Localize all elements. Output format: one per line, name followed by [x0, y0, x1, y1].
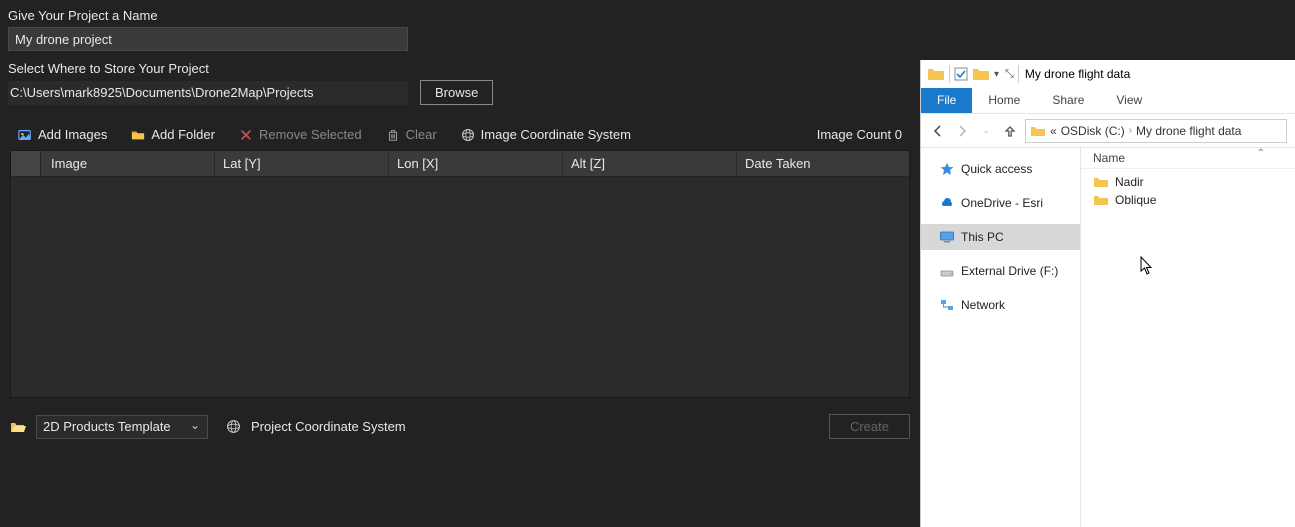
nav-up-button[interactable] [1001, 122, 1019, 140]
qat-dropdown-icon[interactable]: ▾ [994, 69, 999, 80]
nav-back-button[interactable] [929, 122, 947, 140]
globe-icon [461, 128, 475, 142]
project-name-label: Give Your Project a Name [8, 8, 912, 23]
nav-forward-button[interactable] [953, 122, 971, 140]
file-explorer-window: ▾ ⤡ My drone flight data File Home Share… [920, 60, 1295, 527]
qat-overflow-icon[interactable]: ⤡ [1005, 68, 1014, 81]
add-images-icon [18, 128, 32, 142]
col-image-header[interactable]: Image [41, 151, 215, 176]
explorer-titlebar[interactable]: ▾ ⤡ My drone flight data [921, 60, 1295, 88]
titlebar-folder-icon [927, 66, 945, 82]
add-images-button[interactable]: Add Images [18, 127, 107, 142]
content-pane: Name ⌃ Nadir Oblique [1081, 148, 1295, 527]
table-header-row: Image Lat [Y] Lon [X] Alt [Z] Date Taken [11, 151, 909, 177]
table-body-empty [11, 177, 909, 397]
remove-icon [239, 128, 253, 142]
address-bar: ⌄ « OSDisk (C:) › My drone flight data [921, 114, 1295, 148]
pc-icon [939, 230, 955, 244]
folder-list: Nadir Oblique [1081, 169, 1295, 213]
breadcrumb-disk[interactable]: OSDisk (C:) [1061, 124, 1125, 138]
add-images-label: Add Images [38, 127, 107, 142]
folder-oblique-label: Oblique [1115, 193, 1156, 207]
nav-quick-label: Quick access [961, 162, 1032, 176]
nav-quick-access[interactable]: Quick access [921, 156, 1080, 182]
breadcrumb-folder-icon [1030, 124, 1046, 138]
breadcrumb[interactable]: « OSDisk (C:) › My drone flight data [1025, 119, 1287, 143]
project-name-input[interactable] [8, 27, 408, 51]
project-cs-icon[interactable] [226, 419, 241, 434]
star-icon [939, 162, 955, 176]
template-select[interactable]: 2D Products Template [36, 415, 208, 439]
tab-view[interactable]: View [1100, 88, 1158, 113]
nav-this-pc[interactable]: This PC [921, 224, 1080, 250]
tab-home[interactable]: Home [972, 88, 1036, 113]
tab-share[interactable]: Share [1036, 88, 1100, 113]
network-icon [939, 298, 955, 312]
col-alt-header[interactable]: Alt [Z] [563, 151, 737, 176]
content-columns-header[interactable]: Name ⌃ [1081, 148, 1295, 169]
clear-icon [386, 128, 400, 142]
col-lon-header[interactable]: Lon [X] [389, 151, 563, 176]
browse-button[interactable]: Browse [420, 80, 493, 105]
window-title: My drone flight data [1025, 67, 1130, 81]
clear-button[interactable]: Clear [386, 127, 437, 142]
explorer-body: Quick access OneDrive - Esri This PC Ext… [921, 148, 1295, 527]
col-lat-header[interactable]: Lat [Y] [215, 151, 389, 176]
remove-selected-label: Remove Selected [259, 127, 362, 142]
navigation-pane: Quick access OneDrive - Esri This PC Ext… [921, 148, 1081, 527]
create-button[interactable]: Create [829, 414, 910, 439]
store-path-display: C:\Users\mark8925\Documents\Drone2Map\Pr… [8, 81, 408, 105]
titlebar-separator-2 [1018, 65, 1019, 83]
image-toolbar: Add Images Add Folder Remove Selected Cl… [8, 119, 912, 150]
ribbon-tabs: File Home Share View [921, 88, 1295, 114]
clear-label: Clear [406, 127, 437, 142]
folder-icon [1093, 193, 1109, 207]
breadcrumb-overflow[interactable]: « [1050, 124, 1057, 138]
nav-network-label: Network [961, 298, 1005, 312]
chevron-right-icon: › [1129, 125, 1132, 136]
drive-icon [939, 264, 955, 278]
folder-nadir-label: Nadir [1115, 175, 1144, 189]
cloud-icon [939, 196, 955, 210]
project-cs-label[interactable]: Project Coordinate System [251, 419, 406, 434]
folder-item-oblique[interactable]: Oblique [1081, 191, 1295, 209]
image-count-label: Image Count 0 [817, 127, 902, 142]
add-folder-label: Add Folder [151, 127, 215, 142]
row-selector-header[interactable] [11, 151, 41, 176]
nav-recent-dropdown[interactable]: ⌄ [977, 122, 995, 140]
nav-external-label: External Drive (F:) [961, 264, 1058, 278]
folder-icon [1093, 175, 1109, 189]
store-location-label: Select Where to Store Your Project [8, 61, 912, 76]
bottom-bar: 2D Products Template Project Coordinate … [8, 412, 912, 441]
open-template-icon[interactable] [10, 420, 26, 434]
image-cs-label: Image Coordinate System [481, 127, 631, 142]
remove-selected-button[interactable]: Remove Selected [239, 127, 362, 142]
nav-network[interactable]: Network [921, 292, 1080, 318]
nav-onedrive-label: OneDrive - Esri [961, 196, 1043, 210]
folder-item-nadir[interactable]: Nadir [1081, 173, 1295, 191]
titlebar-separator [949, 65, 950, 83]
nav-onedrive[interactable]: OneDrive - Esri [921, 190, 1080, 216]
add-folder-button[interactable]: Add Folder [131, 127, 215, 142]
nav-external-drive[interactable]: External Drive (F:) [921, 258, 1080, 284]
image-table: Image Lat [Y] Lon [X] Alt [Z] Date Taken [10, 150, 910, 398]
tab-file[interactable]: File [921, 88, 972, 113]
sort-caret-icon: ⌃ [1257, 148, 1265, 159]
qat-folder-icon[interactable] [972, 66, 990, 82]
project-wizard-panel: Give Your Project a Name Select Where to… [0, 0, 920, 527]
breadcrumb-folder[interactable]: My drone flight data [1136, 124, 1241, 138]
qat-checkbox-icon[interactable] [954, 67, 968, 81]
add-folder-icon [131, 128, 145, 142]
nav-this-pc-label: This PC [961, 230, 1004, 244]
col-date-header[interactable]: Date Taken [737, 151, 909, 176]
image-cs-button[interactable]: Image Coordinate System [461, 127, 631, 142]
